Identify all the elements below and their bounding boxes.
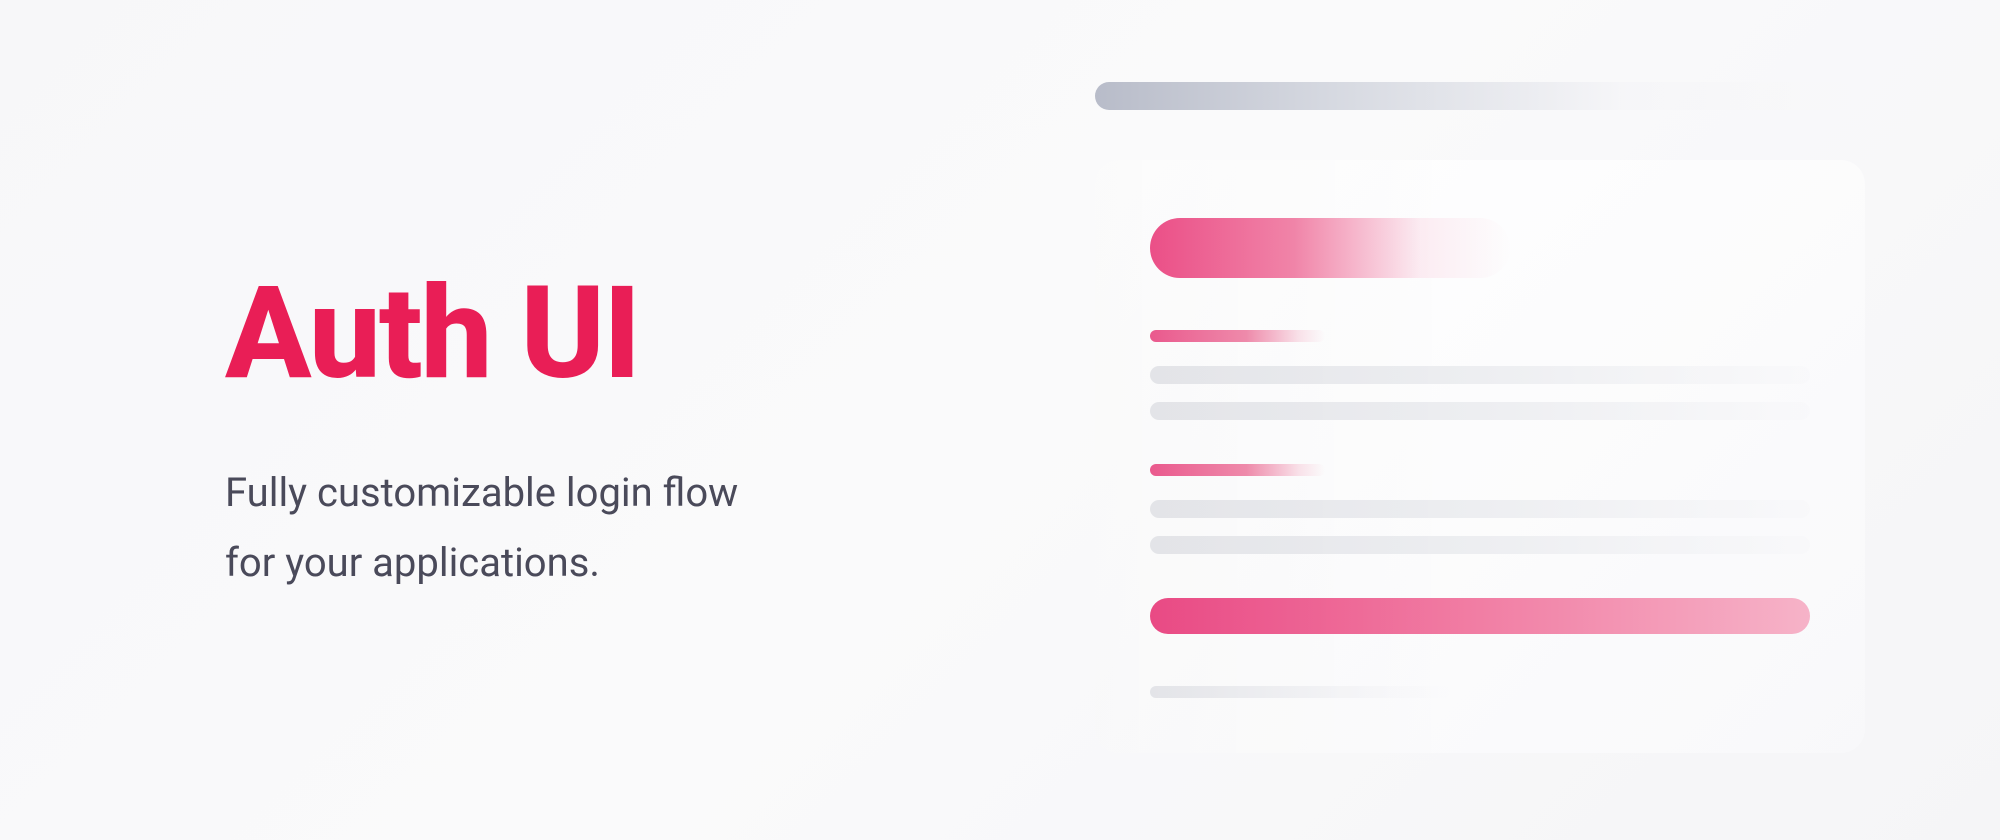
mockup-input-placeholder: [1150, 366, 1810, 384]
login-form-mockup: [1095, 82, 1865, 753]
mockup-submit-button-placeholder: [1150, 598, 1810, 634]
mockup-input-placeholder: [1150, 536, 1810, 554]
mockup-card: [1095, 160, 1865, 753]
mockup-field-label-placeholder: [1150, 330, 1325, 342]
page-title: Auth UI: [225, 270, 738, 398]
mockup-heading-placeholder: [1150, 218, 1510, 278]
mockup-nav-bar: [1095, 82, 1855, 110]
mockup-footer-text-placeholder: [1150, 686, 1450, 698]
page-subtitle: Fully customizable login flow for your a…: [225, 458, 738, 598]
mockup-field-label-placeholder: [1150, 464, 1325, 476]
mockup-input-placeholder: [1150, 500, 1810, 518]
mockup-input-placeholder: [1150, 402, 1810, 420]
hero-text-block: Auth UI Fully customizable login flow fo…: [225, 270, 738, 598]
